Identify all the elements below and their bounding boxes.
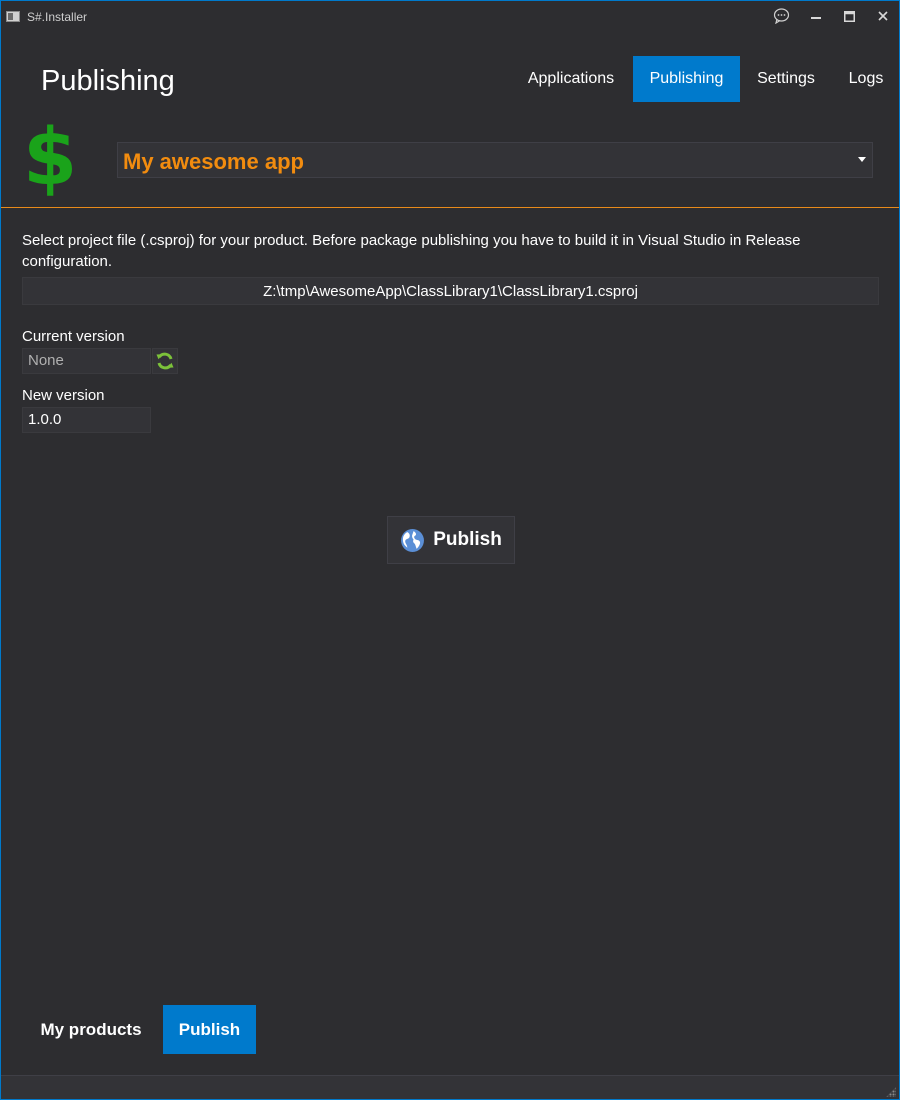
globe-icon (401, 528, 425, 552)
app-icon (6, 11, 20, 22)
app-window: S#.Installer Publishing Applications Pub… (0, 0, 900, 1100)
nav-tab-logs[interactable]: Logs (841, 56, 891, 102)
bottom-tab-publish[interactable]: Publish (163, 1005, 256, 1054)
chevron-down-icon (858, 157, 866, 162)
project-path-field[interactable]: Z:\tmp\AwesomeApp\ClassLibrary1\ClassLib… (22, 277, 879, 305)
current-version-field: None (22, 348, 151, 374)
nav-tab-applications[interactable]: Applications (513, 56, 629, 102)
publish-button[interactable]: Publish (387, 516, 515, 564)
maximize-button[interactable] (836, 5, 862, 27)
page-title: Publishing (41, 65, 175, 97)
minimize-button[interactable] (803, 5, 829, 27)
status-bar (1, 1075, 899, 1099)
maximize-icon (843, 10, 855, 22)
close-icon (878, 11, 888, 21)
bottom-tab-my-products[interactable]: My products (27, 1005, 155, 1054)
current-version-label: Current version (22, 328, 125, 345)
new-version-input[interactable]: 1.0.0 (22, 407, 151, 433)
product-select-value: My awesome app (123, 149, 304, 174)
product-select[interactable]: My awesome app (117, 142, 873, 178)
feedback-button[interactable] (768, 5, 794, 27)
minimize-icon (811, 17, 821, 19)
nav-tab-publishing[interactable]: Publishing (633, 56, 740, 102)
header-divider (1, 207, 899, 208)
publish-button-label: Publish (433, 529, 502, 550)
resize-grip-icon[interactable] (886, 1087, 896, 1097)
title-bar: S#.Installer (1, 1, 899, 33)
chat-bubble-icon (773, 8, 789, 24)
close-button[interactable] (870, 5, 896, 27)
window-title: S#.Installer (27, 10, 88, 24)
new-version-label: New version (22, 387, 105, 404)
refresh-version-button[interactable] (152, 348, 178, 374)
product-logo: $ (23, 113, 78, 203)
refresh-icon (156, 352, 174, 370)
nav-tab-settings[interactable]: Settings (747, 56, 825, 102)
project-file-description: Select project file (.csproj) for your p… (22, 232, 801, 270)
